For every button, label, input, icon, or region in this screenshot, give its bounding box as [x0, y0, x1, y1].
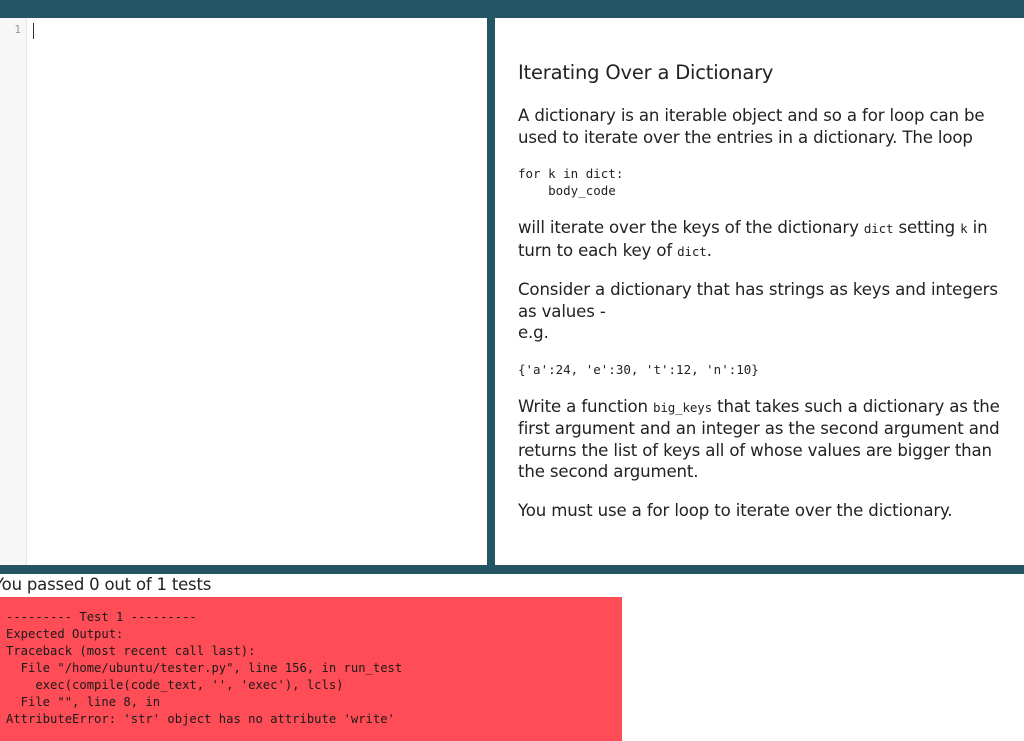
- code-example-loop: for k in dict: body_code: [518, 166, 624, 198]
- text-span: setting: [893, 218, 961, 237]
- test-output-panel: --------- Test 1 --------- Expected Outp…: [0, 597, 622, 741]
- line-number-gutter: 1: [0, 18, 27, 565]
- instructions-paragraph: Consider a dictionary that has strings a…: [518, 279, 1006, 344]
- instructions-paragraph: A dictionary is an iterable object and s…: [518, 106, 985, 147]
- vertical-pane-divider[interactable]: [487, 18, 495, 565]
- text-span: e.g.: [518, 323, 549, 342]
- inline-code: k: [960, 221, 968, 236]
- horizontal-pane-divider[interactable]: [0, 565, 1024, 574]
- top-bar: [0, 0, 1024, 18]
- instructions-content: Iterating Over a Dictionary A dictionary…: [518, 61, 1006, 538]
- instructions-paragraph: will iterate over the keys of the dictio…: [518, 217, 1006, 262]
- test-result-summary: You passed 0 out of 1 tests: [0, 575, 212, 594]
- inline-code: dict: [677, 243, 707, 259]
- instructions-panel: Iterating Over a Dictionary A dictionary…: [495, 18, 1024, 565]
- text-span: .: [706, 240, 712, 260]
- instructions-paragraph: Write a function big_keys that takes suc…: [518, 396, 1006, 483]
- code-editor[interactable]: 1: [0, 18, 487, 565]
- text-span: Consider a dictionary that has strings a…: [518, 280, 998, 321]
- instructions-paragraph: You must use a for loop to iterate over …: [518, 500, 953, 520]
- inline-code: big_keys: [653, 399, 713, 415]
- test-output-text: --------- Test 1 --------- Expected Outp…: [6, 610, 403, 726]
- instructions-title: Iterating Over a Dictionary: [518, 61, 774, 84]
- inline-code: dict: [863, 221, 894, 236]
- text-span: will iterate over the keys of the dictio…: [518, 218, 864, 237]
- code-example-dict: {'a':24, 'e':30, 't':12, 'n':10}: [518, 361, 759, 377]
- line-number: 1: [14, 23, 21, 36]
- text-span: Write a function: [518, 396, 654, 416]
- text-cursor: [33, 23, 34, 39]
